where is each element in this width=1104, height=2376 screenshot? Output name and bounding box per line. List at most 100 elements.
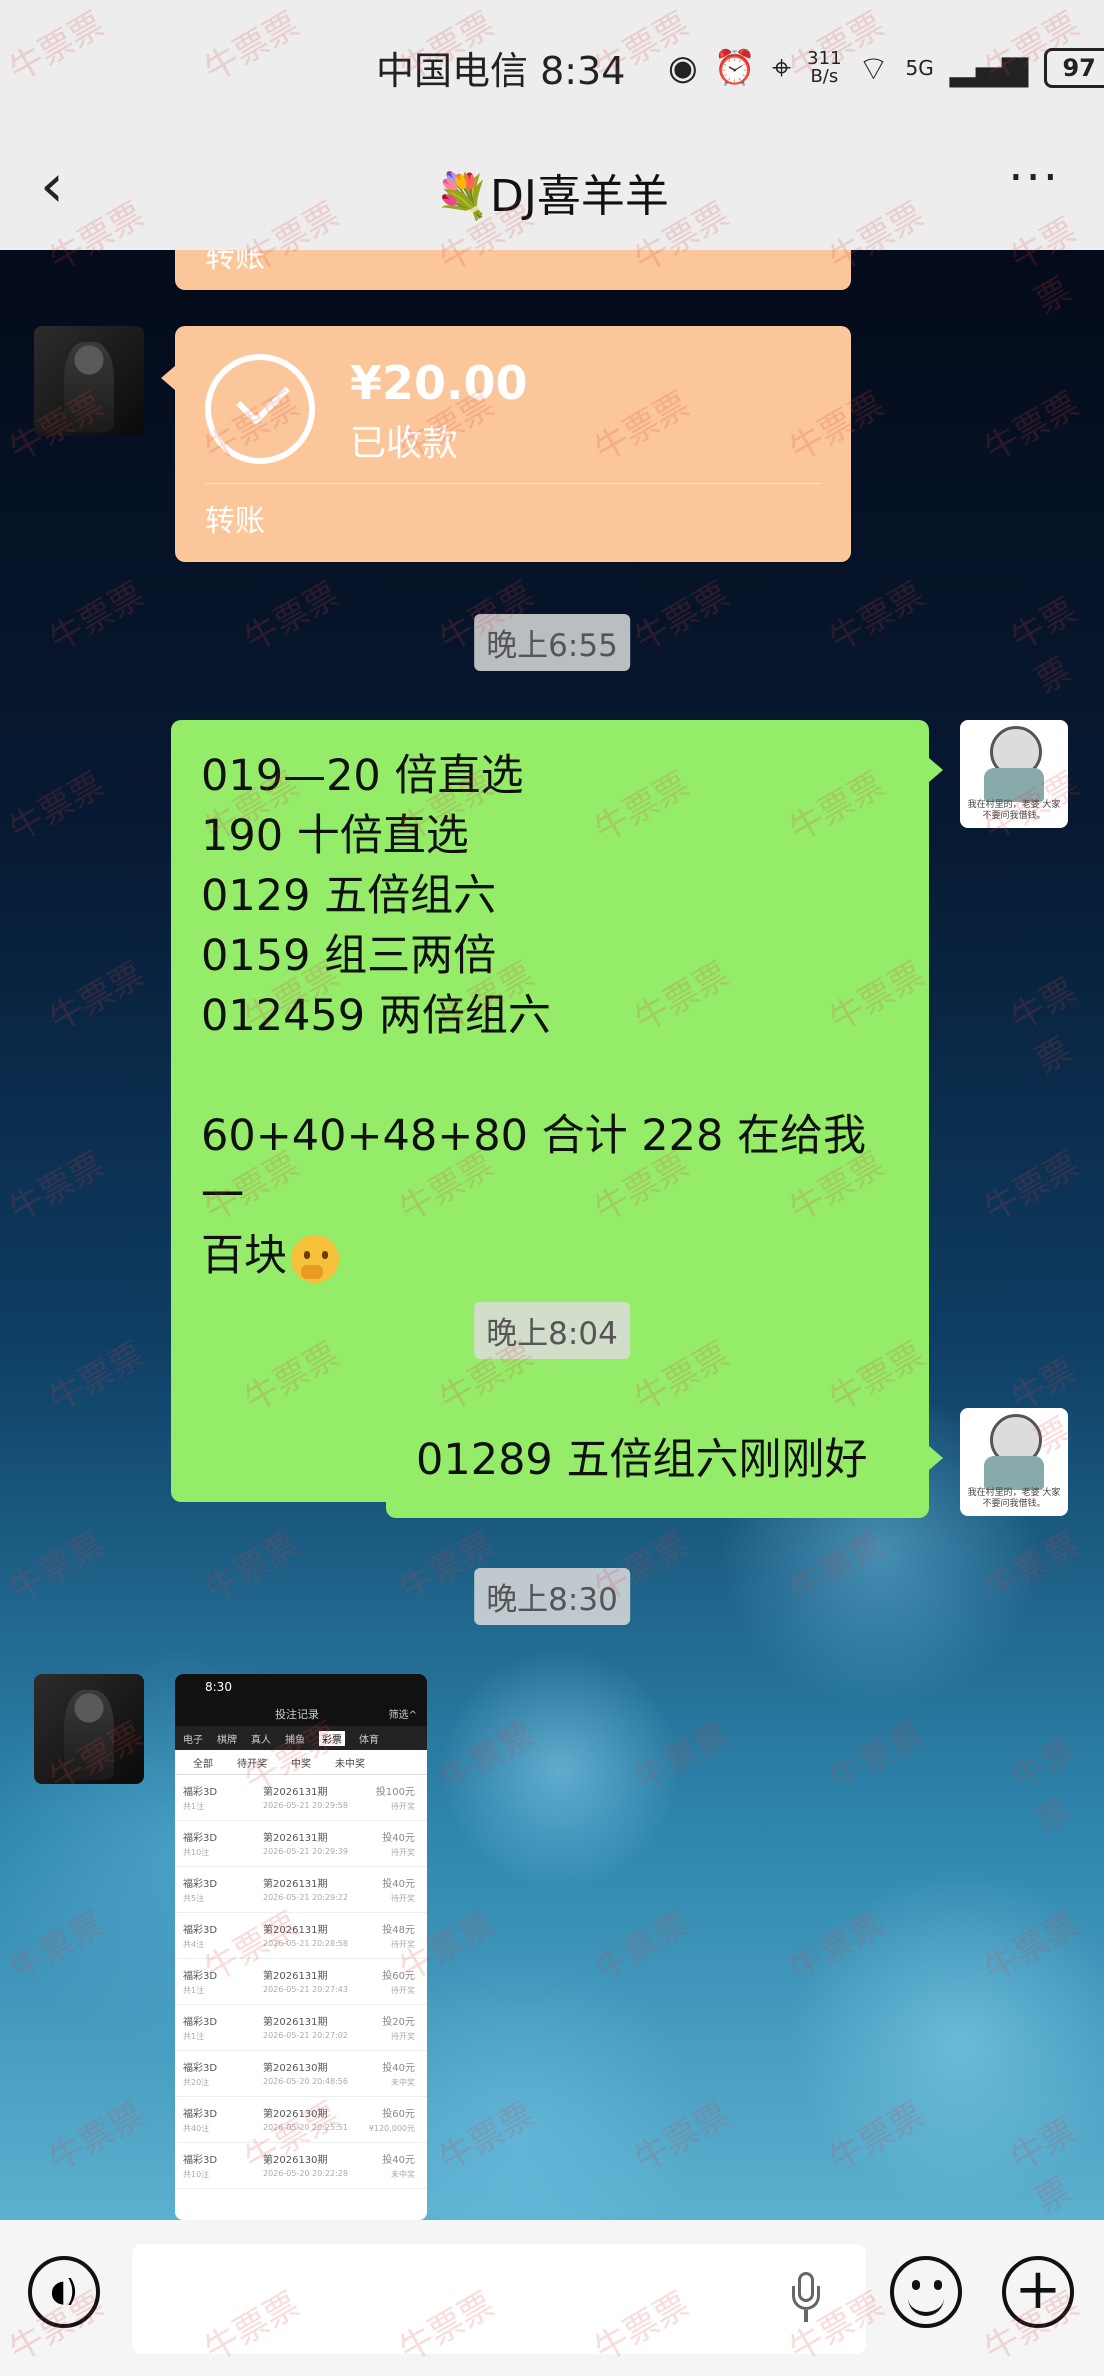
avatar-caption: 我在村里的，老婆 大家不要问我借钱。	[967, 1488, 1061, 1509]
avatar[interactable]: 我在村里的，老婆 大家不要问我借钱。	[960, 1408, 1068, 1516]
image-row-sub1: 共1注	[183, 1802, 205, 1811]
message-line: 012459 两倍组六	[201, 991, 551, 1041]
message-line: 0159 组三两倍	[201, 931, 497, 981]
image-row-game: 福彩3D	[183, 1787, 218, 1798]
avatar[interactable]	[34, 326, 144, 436]
image-row-issue: 第2026131期	[263, 1833, 328, 1844]
message-line-last: 百块	[201, 1226, 899, 1286]
transfer-status: 已收款	[350, 423, 459, 464]
status-bar: 中国电信 8:34 ◉ ⏰ ⌖ 311 B/s ⌔ 5G ▂▄▆ 97	[0, 0, 1104, 130]
timestamp: 晚上6:55	[474, 614, 630, 671]
image-row-issue: 第2026131期	[263, 1879, 328, 1890]
image-row-date: 2026-05-20 20:48:56	[263, 2077, 348, 2086]
image-table-row: 福彩3D 第2026130期 投60元 共40注 2026-05-20 20:25:51…	[175, 2097, 427, 2143]
image-tabs: 电子 棋牌 真人 捕鱼 彩票 体育	[175, 1726, 427, 1750]
message-line	[201, 1046, 899, 1106]
transfer-amount: ¥20.00	[350, 356, 528, 410]
image-row-sub1: 共10注	[183, 1848, 210, 1857]
image-row-issue: 第2026131期	[263, 2017, 328, 2028]
image-row-date: 2026-05-21 20:29:22	[263, 1893, 348, 1902]
image-row-amount: 投40元	[382, 2063, 415, 2074]
chat-area[interactable]: 转账 ¥20.00 已收款 转账 晚上6:55 019—20 倍直选 190 十…	[0, 250, 1104, 2220]
avatar[interactable]: 我在村里的，老婆 大家不要问我借钱。	[960, 720, 1068, 828]
image-row-sub1: 共4注	[183, 1940, 205, 1949]
image-row-amount: 投40元	[382, 2155, 415, 2166]
image-row-game: 福彩3D	[183, 2109, 218, 2120]
status-icons: ◉ ⏰ ⌖ 311 B/s ⌔ 5G ▂▄▆ 97	[668, 40, 1104, 96]
image-row-game: 福彩3D	[183, 2063, 218, 2074]
thinking-emoji-icon	[291, 1234, 339, 1283]
mic-icon[interactable]	[792, 2272, 820, 2324]
image-row-sub1: 共40注	[183, 2124, 210, 2133]
transfer-message-partial[interactable]: 转账	[175, 250, 851, 290]
image-row-issue: 第2026130期	[263, 2155, 328, 2166]
alarm-icon: ⏰	[713, 48, 757, 88]
eye-icon: ◉	[668, 48, 698, 88]
image-table-row: 福彩3D 第2026131期 投100元 共1注 2026-05-21 20:29:58…	[175, 1775, 427, 1821]
image-row-result: 待开奖	[391, 1802, 415, 1811]
more-dots-icon: ···	[1008, 150, 1060, 206]
image-row-result: 待开奖	[391, 1848, 415, 1857]
image-row-sub1: 共1注	[183, 1986, 205, 1995]
image-row-amount: 投60元	[382, 1971, 415, 1982]
image-row-amount: 投20元	[382, 2017, 415, 2028]
message-bubble[interactable]: 01289 五倍组六刚刚好	[386, 1408, 943, 1518]
check-circle-icon	[205, 354, 315, 464]
more-button[interactable]: ···	[1008, 150, 1060, 206]
image-row-game: 福彩3D	[183, 1879, 218, 1890]
title-bar: ‹ 💐DJ喜羊羊 ···	[0, 130, 1104, 250]
image-table-row: 福彩3D 第2026130期 投40元 共20注 2026-05-20 20:48:56…	[175, 2051, 427, 2097]
image-subtabs: 全部 待开奖 中奖 未中奖	[175, 1750, 427, 1775]
chat-title: 💐DJ喜羊羊	[435, 171, 669, 222]
location-icon: ⌖	[772, 48, 792, 88]
transfer-message[interactable]: ¥20.00 已收款 转账	[161, 326, 851, 562]
image-table-row: 福彩3D 第2026131期 投60元 共1注 2026-05-21 20:27:43 待…	[175, 1959, 427, 2005]
image-row-game: 福彩3D	[183, 2017, 218, 2028]
image-row-game: 福彩3D	[183, 1925, 218, 1936]
image-row-amount: 投48元	[382, 1925, 415, 1936]
message-input[interactable]	[132, 2244, 866, 2354]
image-row-result: ¥120,000元	[368, 2124, 415, 2133]
image-row-sub1: 共10注	[183, 2170, 210, 2179]
image-message[interactable]: 8:30 投注记录 筛选^ 电子 棋牌 真人 捕鱼 彩票 体育 全部 待开奖 中…	[175, 1674, 427, 2220]
image-row-date: 2026-05-21 20:28:58	[263, 1939, 348, 1948]
image-row-amount: 投40元	[382, 1833, 415, 1844]
image-row-date: 2026-05-21 20:29:58	[263, 1801, 348, 1810]
image-row-game: 福彩3D	[183, 1833, 218, 1844]
net-speed: 311 B/s	[807, 48, 842, 87]
image-row-date: 2026-05-21 20:27:02	[263, 2031, 348, 2040]
image-table-row: 福彩3D 第2026131期 投40元 共10注 2026-05-21 20:29:39…	[175, 1821, 427, 1867]
image-row-issue: 第2026131期	[263, 1787, 328, 1798]
image-row-amount: 投40元	[382, 1879, 415, 1890]
image-row-result: 未中奖	[391, 2170, 415, 2179]
transfer-label: 转账	[205, 504, 265, 539]
input-bar: ◖) +	[0, 2220, 1104, 2376]
avatar[interactable]	[34, 1674, 144, 1784]
image-row-sub1: 共5注	[183, 1894, 205, 1903]
image-table-row: 福彩3D 第2026130期 投40元共10注 2026-05-20 20:22:28…	[175, 2143, 427, 2189]
image-row-date: 2026-05-20 20:25:51	[263, 2123, 348, 2132]
emoji-button[interactable]	[890, 2256, 962, 2328]
image-table-row: 福彩3D 第2026131期 投20元 共1注 2026-05-21 20:27:02 待…	[175, 2005, 427, 2051]
image-row-game: 福彩3D	[183, 2155, 218, 2166]
plus-icon: +	[1014, 2257, 1062, 2322]
image-row-date: 2026-05-21 20:27:43	[263, 1985, 348, 1994]
message-line: 190 十倍直选	[201, 811, 469, 861]
message-bubble[interactable]: 019—20 倍直选 190 十倍直选 0129 五倍组六 0159 组三两倍 …	[171, 720, 943, 1502]
message-text: 01289 五倍组六刚刚好	[416, 1435, 868, 1485]
image-rows: 福彩3D 第2026131期 投100元 共1注 2026-05-21 20:29:58…	[175, 1775, 427, 2189]
image-row-sub1: 共20注	[183, 2078, 210, 2087]
image-table-row: 福彩3D 第2026131期 投48元 共4注 2026-05-21 20:28:58 待…	[175, 1913, 427, 1959]
carrier-time: 中国电信 8:34	[376, 49, 626, 93]
image-header: 8:30 投注记录 筛选^	[175, 1674, 427, 1726]
voice-button[interactable]: ◖)	[28, 2256, 100, 2328]
image-row-issue: 第2026130期	[263, 2109, 328, 2120]
message-line: 0129 五倍组六	[201, 871, 497, 921]
message-line: 019—20 倍直选	[201, 751, 524, 801]
message-line: 60+40+48+80 合计 228 在给我一	[201, 1111, 867, 1221]
timestamp: 晚上8:30	[474, 1568, 630, 1625]
plus-button[interactable]: +	[1002, 2256, 1074, 2328]
image-row-date: 2026-05-20 20:22:28	[263, 2169, 348, 2178]
image-row-game: 福彩3D	[183, 1971, 218, 1982]
divider	[205, 483, 821, 484]
